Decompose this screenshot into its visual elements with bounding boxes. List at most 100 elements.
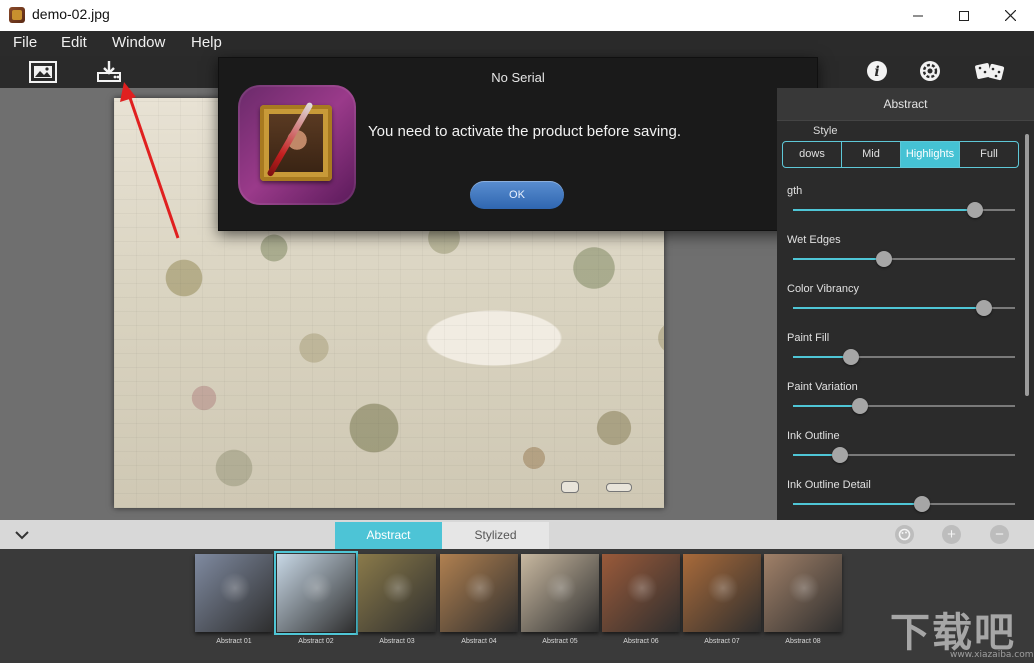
open-image-button[interactable]	[29, 61, 57, 83]
style-segmented-control: dows Mid Highlights Full	[782, 141, 1019, 168]
slider-knob[interactable]	[831, 447, 848, 463]
minimize-icon	[913, 15, 923, 16]
preset-thumbnail-label: Abstract 05	[542, 638, 578, 645]
slider-knob[interactable]	[851, 398, 868, 414]
preset-thumbnail[interactable]	[602, 554, 680, 632]
window-title: demo-02.jpg	[32, 6, 110, 22]
preset-bar: Abstract Stylized + −	[0, 520, 1034, 549]
maximize-icon	[959, 10, 969, 21]
tab-abstract[interactable]: Abstract	[335, 522, 442, 549]
red-arrow-annotation	[120, 82, 180, 239]
preset-thumbnail-label: Abstract 03	[379, 638, 415, 645]
preset-thumbnail[interactable]	[683, 554, 761, 632]
preset-thumbnail-label: Abstract 07	[704, 638, 740, 645]
preview-mark	[606, 483, 632, 492]
preset-thumbnail[interactable]	[358, 554, 436, 632]
preset-thumbnail[interactable]	[274, 551, 358, 635]
style-option-highlights[interactable]: Highlights	[901, 142, 960, 167]
panel-scrollbar[interactable]	[1025, 134, 1029, 396]
style-option-shadows[interactable]: dows	[783, 142, 842, 167]
preset-thumbnail-label: Abstract 01	[216, 638, 252, 645]
image-icon	[29, 61, 57, 83]
panel-title: Abstract	[883, 97, 928, 111]
dice-icon	[975, 63, 1005, 81]
preset-thumbnail-label: Abstract 04	[461, 638, 497, 645]
randomize-button[interactable]	[974, 59, 1006, 83]
slider-knob[interactable]	[842, 349, 859, 365]
tab-stylized[interactable]: Stylized	[442, 522, 549, 549]
style-label: Style	[813, 125, 838, 137]
slider-knob[interactable]	[967, 202, 984, 218]
preset-thumbnail[interactable]	[764, 554, 842, 632]
dialog-title: No Serial	[491, 70, 545, 85]
preset-thumbnail[interactable]	[440, 554, 518, 632]
slider-fill	[793, 405, 860, 407]
settings-button[interactable]	[919, 60, 941, 82]
title-bar: demo-02.jpg	[0, 0, 1034, 32]
slider-track[interactable]	[793, 349, 1015, 365]
thumbnail-strip: Abstract 01 Abstract 02 Abstract 03 Abstrac…	[0, 549, 1034, 663]
panel-header: Abstract	[777, 88, 1034, 121]
slider-0: gth	[787, 185, 1017, 225]
style-option-mid[interactable]: Mid	[842, 142, 901, 167]
no-serial-dialog: No Serial You need to activate the produ…	[218, 57, 818, 231]
slider-label: Wet Edges	[787, 234, 841, 246]
dialog-message: You need to activate the product before …	[368, 123, 682, 140]
info-button[interactable]: i	[866, 60, 888, 82]
slider-label: Paint Variation	[787, 381, 858, 393]
close-button[interactable]	[987, 0, 1033, 31]
collapse-button[interactable]	[14, 527, 30, 543]
menu-file[interactable]: File	[13, 34, 37, 51]
slider-track[interactable]	[793, 251, 1015, 267]
slider-fill	[793, 307, 984, 309]
slider-4: Paint Variation	[787, 381, 1017, 421]
chevron-down-icon	[15, 531, 29, 540]
style-option-full[interactable]: Full	[960, 142, 1018, 167]
slider-track[interactable]	[793, 202, 1015, 218]
slider-label: Color Vibrancy	[787, 283, 859, 295]
slider-fill	[793, 258, 885, 260]
slider-label: Ink Outline	[787, 430, 840, 442]
slider-1: Wet Edges	[787, 234, 1017, 274]
slider-track[interactable]	[793, 300, 1015, 316]
slider-label: Paint Fill	[787, 332, 830, 344]
slider-label: gth	[787, 185, 803, 197]
svg-text:i: i	[874, 64, 879, 80]
preset-thumbnail-label: Abstract 02	[298, 638, 334, 645]
app-logo-icon	[238, 85, 356, 205]
slider-track[interactable]	[793, 398, 1015, 414]
maximize-button[interactable]	[941, 0, 987, 31]
preset-thumbnail[interactable]	[521, 554, 599, 632]
preset-thumbnail-label: Abstract 06	[623, 638, 659, 645]
ok-button[interactable]: OK	[470, 181, 564, 209]
remove-preset-button[interactable]: −	[990, 525, 1009, 544]
app-icon	[9, 7, 25, 23]
slider-track[interactable]	[793, 496, 1015, 512]
settings-panel: Abstract Style dows Mid Highlights Full …	[777, 88, 1034, 520]
watermark-url: www.xiazaiba.com	[950, 650, 1034, 660]
preset-thumbnail[interactable]	[195, 554, 273, 632]
slider-knob[interactable]	[913, 496, 930, 512]
settings-gear-icon	[920, 61, 940, 81]
menu-help[interactable]: Help	[191, 34, 222, 51]
preset-thumbnail-label: Abstract 08	[785, 638, 821, 645]
preview-mark	[561, 481, 579, 493]
slider-knob[interactable]	[876, 251, 893, 267]
menu-edit[interactable]: Edit	[61, 34, 87, 51]
favorite-button[interactable]	[895, 525, 914, 544]
menu-bar: File Edit Window Help	[0, 31, 1034, 56]
add-preset-button[interactable]: +	[942, 525, 961, 544]
menu-window[interactable]: Window	[112, 34, 165, 51]
slider-5: Ink Outline	[787, 430, 1017, 470]
slider-knob[interactable]	[975, 300, 992, 316]
slider-2: Color Vibrancy	[787, 283, 1017, 323]
slider-label: Ink Outline Detail	[787, 479, 871, 491]
slider-fill	[793, 503, 922, 505]
minimize-button[interactable]	[895, 0, 941, 31]
info-icon: i	[867, 61, 887, 81]
slider-fill	[793, 209, 976, 211]
slider-track[interactable]	[793, 447, 1015, 463]
palette-icon	[898, 528, 911, 541]
slider-6: Ink Outline Detail	[787, 479, 1017, 519]
close-icon	[1004, 10, 1016, 21]
